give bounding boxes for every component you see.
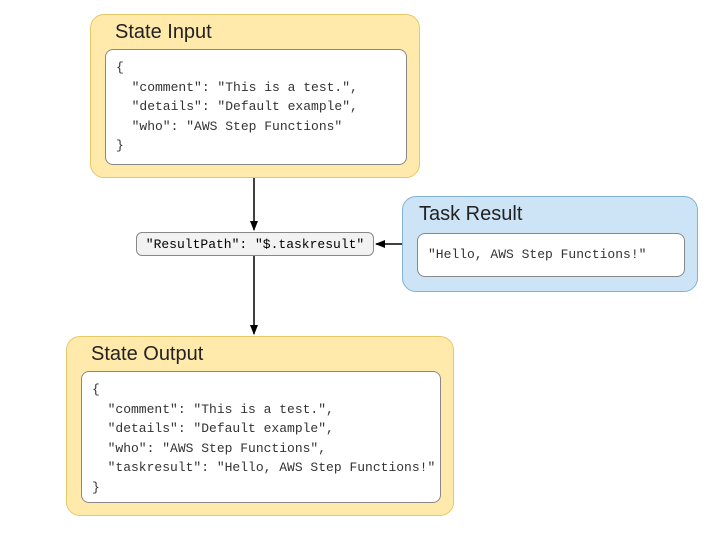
state-input-box: State Input { "comment": "This is a test… [90, 14, 420, 178]
state-output-box: State Output { "comment": "This is a tes… [66, 336, 454, 516]
state-output-code: { "comment": "This is a test.", "details… [81, 371, 441, 503]
task-result-box: Task Result "Hello, AWS Step Functions!" [402, 196, 698, 292]
task-result-title: Task Result [419, 203, 522, 226]
task-result-code: "Hello, AWS Step Functions!" [417, 233, 685, 277]
state-input-code: { "comment": "This is a test.", "details… [105, 49, 407, 165]
state-output-title: State Output [91, 343, 203, 366]
state-input-title: State Input [115, 21, 212, 44]
step-functions-resultpath-diagram: State Input { "comment": "This is a test… [0, 0, 719, 539]
result-path-node: "ResultPath": "$.taskresult" [136, 232, 374, 256]
